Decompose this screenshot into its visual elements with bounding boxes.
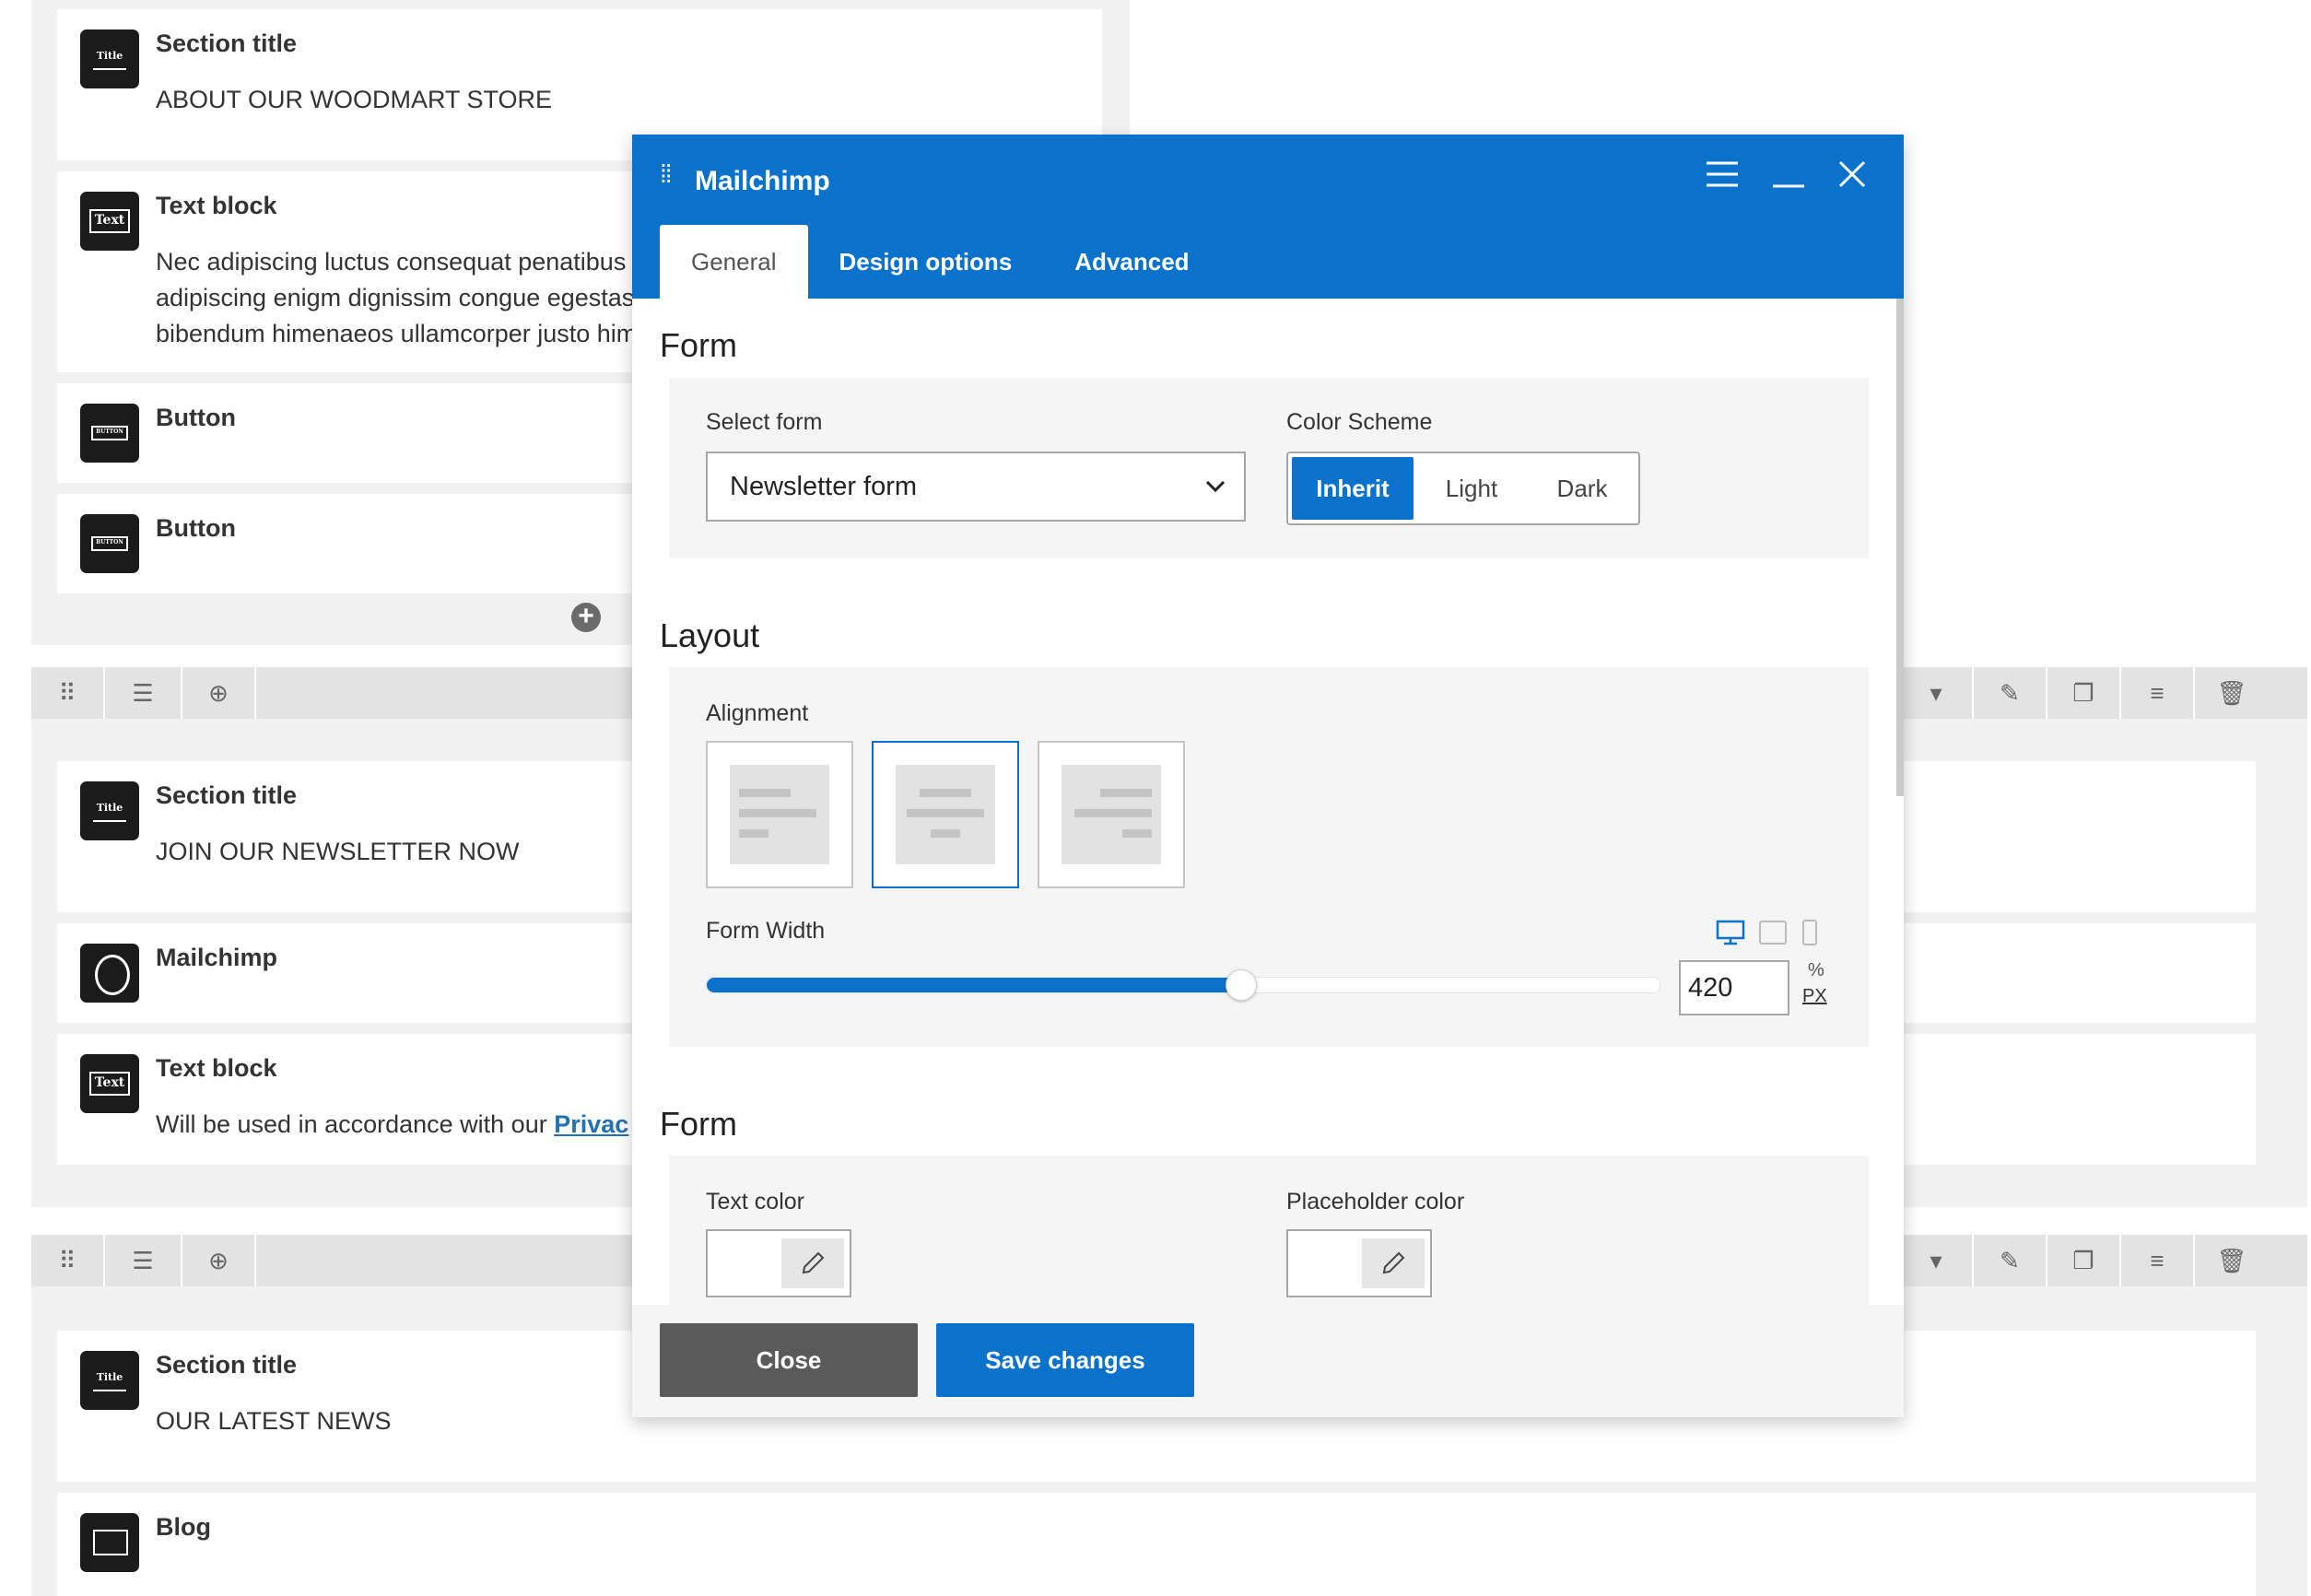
- element-title: Button: [156, 514, 236, 542]
- layout-panel: Alignment Form Width 420 % PX: [669, 667, 1869, 1047]
- desktop-icon[interactable]: [1716, 920, 1745, 945]
- element-content: Will be used in accordance with our Priv…: [156, 1110, 629, 1138]
- drag-handle-icon[interactable]: ⠿: [31, 667, 105, 719]
- align-right-option[interactable]: [1038, 741, 1185, 888]
- unit-px[interactable]: PX: [1802, 986, 1827, 1007]
- alignment-label: Alignment: [706, 700, 809, 726]
- section-heading-form: Form: [660, 326, 737, 364]
- trash-icon[interactable]: 🗑: [2195, 667, 2269, 719]
- modal-footer: Close Save changes: [632, 1305, 1904, 1417]
- form-width-label: Form Width: [706, 918, 826, 944]
- modal-title: Mailchimp: [695, 166, 830, 196]
- trash-icon[interactable]: 🗑: [2195, 1235, 2269, 1286]
- menu-icon[interactable]: ≡: [2121, 1235, 2195, 1286]
- modal-header: ⁞⁞ Mailchimp General Design options Adva…: [632, 135, 1904, 299]
- close-icon[interactable]: [1837, 160, 1867, 188]
- tab-advanced[interactable]: Advanced: [1043, 225, 1220, 299]
- element-content: ABOUT OUR WOODMART STORE: [156, 86, 553, 113]
- element-title: Section title: [156, 1351, 298, 1379]
- close-button[interactable]: Close: [660, 1323, 918, 1397]
- scheme-light-button[interactable]: Light: [1414, 457, 1530, 520]
- menu-icon[interactable]: [1705, 160, 1740, 188]
- privacy-link[interactable]: Privac: [554, 1110, 628, 1138]
- element-content: OUR LATEST NEWS: [156, 1407, 392, 1435]
- text-icon: Text: [80, 1054, 139, 1113]
- chevron-down-icon[interactable]: ▾: [1900, 1235, 1974, 1286]
- row-controls-2: ▾ ✎ ❐ ≡ 🗑: [1900, 667, 2307, 719]
- align-left-option[interactable]: [706, 741, 853, 888]
- button-icon: BUTTON: [80, 514, 139, 573]
- placeholder-color-picker[interactable]: [1286, 1229, 1432, 1297]
- element-blog[interactable]: Blog: [57, 1493, 2256, 1596]
- tab-bar: General Design options Advanced: [660, 225, 1221, 299]
- add-row-icon[interactable]: ⊕: [182, 1235, 256, 1286]
- title-icon: Title: [80, 29, 139, 88]
- element-title: Blog: [156, 1513, 211, 1541]
- form-colors-panel: Text color Placeholder color: [669, 1156, 1869, 1305]
- color-scheme-label: Color Scheme: [1286, 409, 1433, 435]
- drag-handle-icon[interactable]: ⠿: [31, 1235, 105, 1286]
- modal-scrollbar[interactable]: [1896, 299, 1904, 796]
- clone-icon[interactable]: ❐: [2047, 1235, 2121, 1286]
- form-width-input[interactable]: 420: [1679, 960, 1789, 1015]
- tab-general[interactable]: General: [660, 225, 808, 299]
- menu-icon[interactable]: ≡: [2121, 667, 2195, 719]
- select-form-value: Newsletter form: [730, 472, 918, 501]
- tablet-icon[interactable]: [1758, 920, 1788, 945]
- section-heading-layout: Layout: [660, 616, 760, 654]
- form-panel: Select form Newsletter form Color Scheme…: [669, 378, 1869, 558]
- chevron-down-icon: [1205, 480, 1226, 493]
- clone-icon[interactable]: ❐: [2047, 667, 2121, 719]
- save-changes-button[interactable]: Save changes: [936, 1323, 1194, 1397]
- button-icon: BUTTON: [80, 404, 139, 463]
- add-row-icon[interactable]: ⊕: [182, 667, 256, 719]
- text-color-picker[interactable]: [706, 1229, 851, 1297]
- edit-icon[interactable]: ✎: [1974, 667, 2047, 719]
- placeholder-color-label: Placeholder color: [1286, 1189, 1465, 1215]
- drag-handle-icon[interactable]: ⁞⁞: [660, 161, 672, 187]
- mailchimp-icon: [80, 944, 139, 1003]
- modal-body: Form Select form Newsletter form Color S…: [632, 299, 1896, 1305]
- align-center-option[interactable]: [872, 741, 1019, 888]
- select-form-dropdown[interactable]: Newsletter form: [706, 452, 1246, 522]
- slider-thumb[interactable]: [1226, 969, 1258, 1001]
- mailchimp-settings-modal: ⁞⁞ Mailchimp General Design options Adva…: [632, 135, 1904, 1417]
- color-scheme-toggle: Inherit Light Dark: [1286, 452, 1640, 525]
- edit-icon[interactable]: ✎: [1974, 1235, 2047, 1286]
- unit-percent[interactable]: %: [1808, 960, 1824, 981]
- row-controls-3: ▾ ✎ ❐ ≡ 🗑: [1900, 1235, 2307, 1286]
- row-layout-icon[interactable]: ☰: [105, 1235, 182, 1286]
- title-icon: Title: [80, 781, 139, 840]
- tab-design-options[interactable]: Design options: [808, 225, 1044, 299]
- scheme-dark-button[interactable]: Dark: [1530, 457, 1635, 520]
- chevron-down-icon[interactable]: ▾: [1900, 667, 1974, 719]
- element-content: Nec adipiscing luctus consequat penatibu…: [156, 248, 638, 347]
- element-title: Section title: [156, 29, 298, 57]
- element-title: Section title: [156, 781, 298, 809]
- row-layout-icon[interactable]: ☰: [105, 667, 182, 719]
- scheme-inherit-button[interactable]: Inherit: [1292, 457, 1414, 520]
- mobile-icon[interactable]: [1801, 920, 1819, 945]
- element-title: Text block: [156, 1054, 277, 1082]
- element-content: JOIN OUR NEWSLETTER NOW: [156, 838, 520, 865]
- select-form-label: Select form: [706, 409, 823, 435]
- form-width-slider[interactable]: [706, 969, 1660, 1001]
- eyedropper-icon: [802, 1251, 825, 1274]
- eyedropper-icon: [1382, 1251, 1405, 1274]
- text-icon: Text: [80, 192, 139, 251]
- minimize-icon[interactable]: [1771, 160, 1806, 188]
- slider-fill: [707, 978, 1241, 992]
- title-icon: Title: [80, 1351, 139, 1410]
- text-color-label: Text color: [706, 1189, 804, 1215]
- element-title: Button: [156, 404, 236, 431]
- blog-icon: [80, 1513, 139, 1572]
- element-title: Text block: [156, 192, 277, 219]
- section-heading-form-colors: Form: [660, 1105, 737, 1143]
- add-element-icon[interactable]: +: [571, 603, 601, 632]
- element-title: Mailchimp: [156, 944, 278, 971]
